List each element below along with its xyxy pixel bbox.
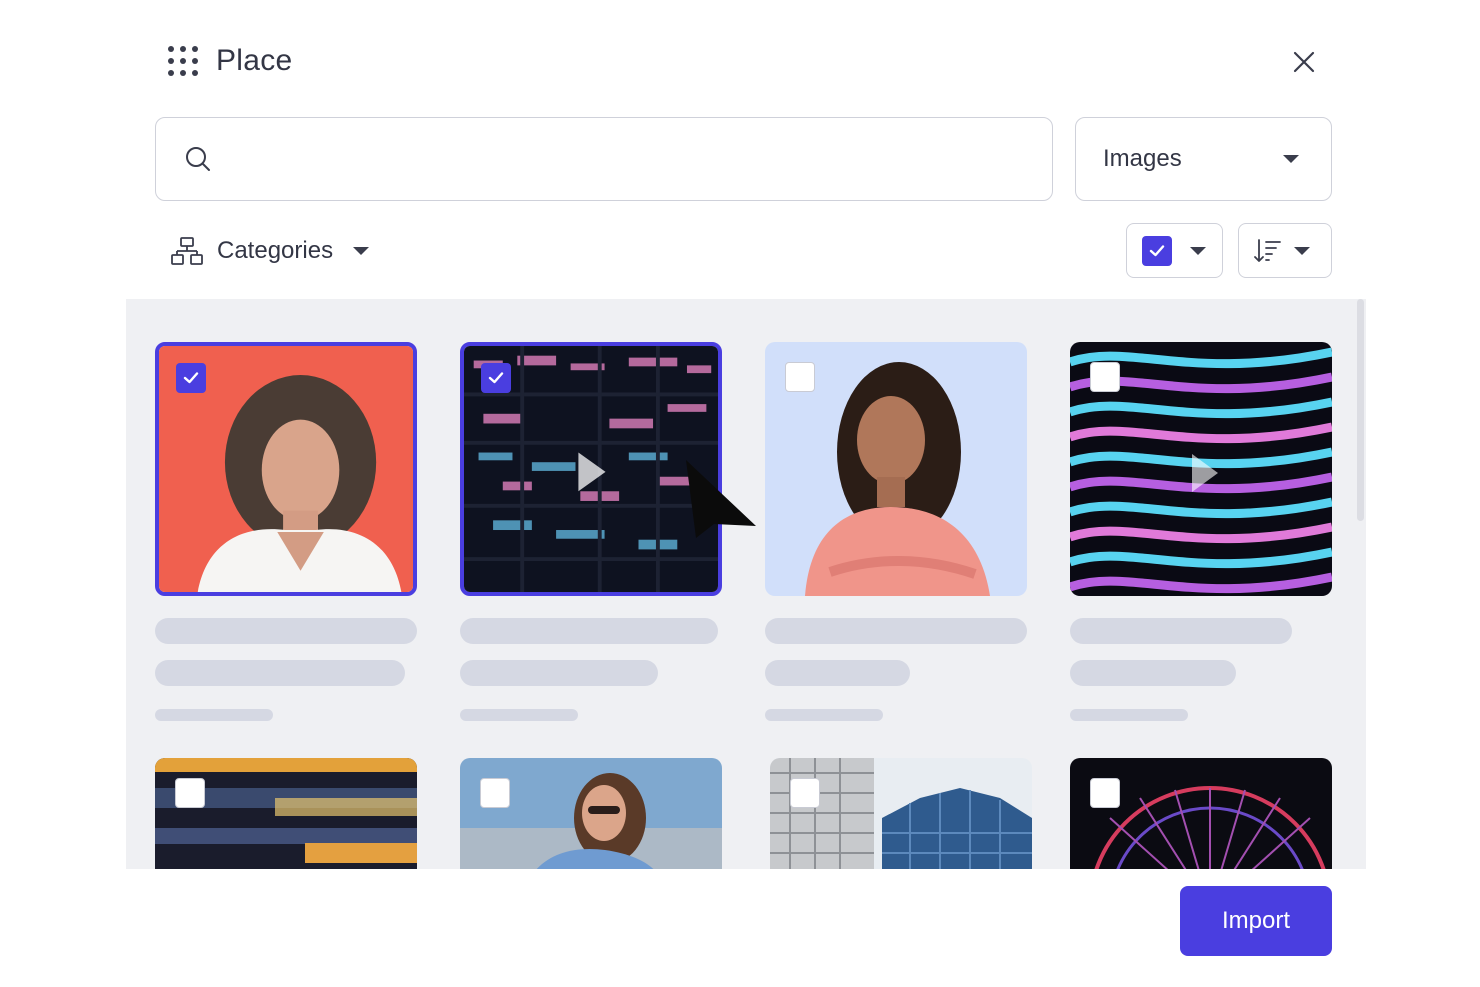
skeleton-subtitle <box>460 660 658 686</box>
skeleton-title <box>765 618 1027 644</box>
asset-checkbox[interactable] <box>1090 778 1120 808</box>
close-icon <box>1293 51 1315 73</box>
skeleton-title <box>460 618 718 644</box>
chevron-down-icon <box>1190 246 1206 255</box>
asset-checkbox[interactable] <box>176 363 206 393</box>
asset-card-blurred-city-lights[interactable] <box>155 758 417 869</box>
asset-checkbox[interactable] <box>480 778 510 808</box>
blurred-lights-image <box>155 758 417 869</box>
search-icon <box>186 147 210 171</box>
dialog-title: Place <box>216 44 293 77</box>
asset-checkbox[interactable] <box>481 363 511 393</box>
skeleton-meta <box>765 709 883 721</box>
categories-label: Categories <box>217 237 334 264</box>
asset-gallery[interactable] <box>126 299 1366 869</box>
media-type-dropdown[interactable]: Images <box>1075 117 1332 201</box>
select-all-dropdown[interactable] <box>1126 223 1223 278</box>
media-type-value: Images <box>1103 145 1182 172</box>
asset-checkbox[interactable] <box>790 778 820 808</box>
asset-card-glass-skyscrapers[interactable] <box>770 758 1032 869</box>
scrollbar-thumb[interactable] <box>1357 299 1364 521</box>
skeleton-subtitle <box>155 660 405 686</box>
chevron-down-icon <box>353 247 370 255</box>
asset-card-neon-ferris-wheel[interactable] <box>1070 758 1332 869</box>
dialog-header: Place <box>168 38 293 84</box>
grip-dots-icon[interactable] <box>168 46 198 76</box>
categories-dropdown[interactable]: Categories <box>171 230 370 272</box>
close-button[interactable] <box>1288 46 1320 78</box>
asset-checkbox[interactable] <box>175 778 205 808</box>
search-input[interactable] <box>228 146 1008 172</box>
woman-sunglasses-image <box>460 758 722 869</box>
asset-checkbox[interactable] <box>785 362 815 392</box>
asset-card-office-building-night[interactable] <box>460 342 722 596</box>
import-button[interactable]: Import <box>1180 886 1332 956</box>
skeleton-subtitle <box>765 660 910 686</box>
asset-card-abstract-neon-waves[interactable] <box>1070 342 1332 596</box>
skeleton-title <box>155 618 417 644</box>
skeleton-meta <box>155 709 273 721</box>
chevron-down-icon <box>1283 155 1299 163</box>
skeleton-title <box>1070 618 1292 644</box>
skeleton-meta <box>1070 709 1188 721</box>
search-box[interactable] <box>155 117 1053 201</box>
ferris-wheel-image <box>1070 758 1332 869</box>
skeleton-subtitle <box>1070 660 1236 686</box>
sort-dropdown[interactable] <box>1238 223 1332 278</box>
sort-descending-icon <box>1254 238 1281 262</box>
checkbox-checked-icon[interactable] <box>1142 235 1172 266</box>
chevron-down-icon <box>1294 246 1310 255</box>
skyscrapers-image <box>770 758 1032 869</box>
asset-card-woman-sunglasses[interactable] <box>460 758 722 869</box>
asset-card-smiling-woman[interactable] <box>765 342 1027 596</box>
skeleton-meta <box>460 709 578 721</box>
asset-card-woman-gray-curly-hair[interactable] <box>155 342 417 596</box>
asset-checkbox[interactable] <box>1090 362 1120 392</box>
hierarchy-icon <box>171 237 203 265</box>
